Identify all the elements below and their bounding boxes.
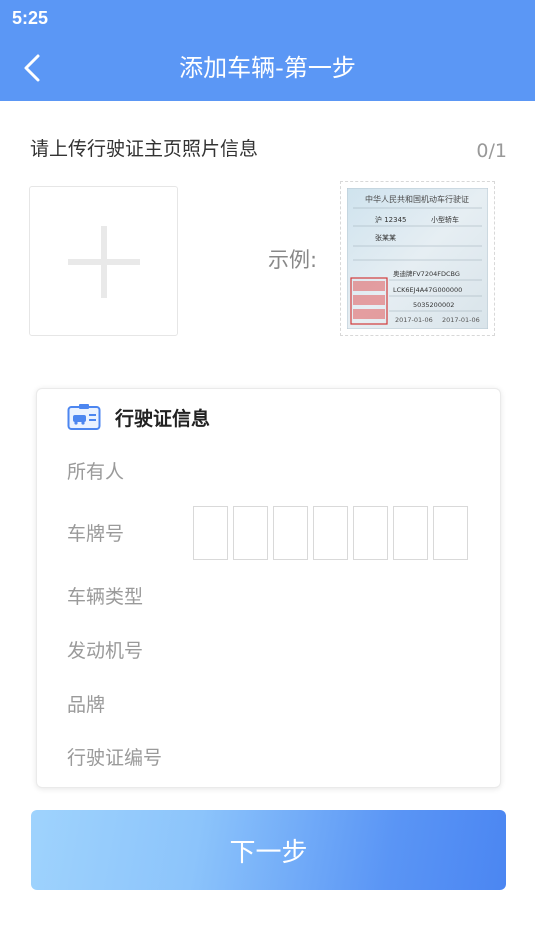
plate-char-input[interactable]	[233, 506, 268, 560]
svg-text:2017-01-06: 2017-01-06	[442, 316, 480, 324]
plate-char-input[interactable]	[433, 506, 468, 560]
upload-count: 0/1	[476, 140, 507, 162]
example-image[interactable]: 中华人民共和国机动车行驶证 沪 12345 小型轿车 张某某 奥迪牌FV7204…	[340, 181, 495, 336]
svg-text:5035200002: 5035200002	[413, 301, 454, 309]
example-label: 示例:	[268, 248, 318, 272]
next-step-button[interactable]: 下一步	[31, 810, 506, 890]
plate-char-input[interactable]	[193, 506, 228, 560]
field-engine-no[interactable]: 发动机号	[67, 636, 143, 663]
license-sample-image: 中华人民共和国机动车行驶证 沪 12345 小型轿车 张某某 奥迪牌FV7204…	[347, 188, 488, 329]
field-plate-label: 车牌号	[67, 523, 125, 545]
card-title: 行驶证信息	[115, 407, 211, 430]
page-title: 添加车辆-第一步	[179, 54, 356, 82]
svg-text:2017-01-06: 2017-01-06	[395, 316, 433, 324]
svg-text:奥迪牌FV7204FDCBG: 奥迪牌FV7204FDCBG	[393, 269, 460, 278]
nav-bar: 5:25 添加车辆-第一步	[0, 0, 535, 101]
field-owner[interactable]: 所有人	[67, 457, 124, 484]
card-header: 行驶证信息	[67, 403, 210, 431]
plate-input-group	[193, 506, 473, 560]
plate-char-input[interactable]	[313, 506, 348, 560]
field-license-no[interactable]: 行驶证编号	[67, 743, 162, 770]
plus-icon	[68, 226, 140, 298]
svg-text:张某某: 张某某	[375, 233, 396, 242]
field-brand[interactable]: 品牌	[67, 690, 105, 717]
status-time: 5:25	[12, 8, 49, 28]
svg-text:沪 12345: 沪 12345	[375, 215, 407, 224]
vehicle-license-icon	[67, 404, 101, 430]
plate-char-input[interactable]	[393, 506, 428, 560]
plate-char-input[interactable]	[273, 506, 308, 560]
field-vehicle-type[interactable]: 车辆类型	[67, 582, 143, 609]
plate-char-input[interactable]	[353, 506, 388, 560]
upload-photo-button[interactable]	[29, 186, 178, 336]
upload-title: 请上传行驶证主页照片信息	[30, 138, 259, 160]
svg-text:中华人民共和国机动车行驶证: 中华人民共和国机动车行驶证	[365, 194, 469, 204]
svg-text:小型轿车: 小型轿车	[431, 215, 459, 224]
license-info-card: 行驶证信息 所有人 车牌号 车辆类型 发动机号 品牌 行驶证编号	[36, 388, 501, 788]
svg-text:LCK6EJ4A47G000000: LCK6EJ4A47G000000	[393, 286, 462, 294]
